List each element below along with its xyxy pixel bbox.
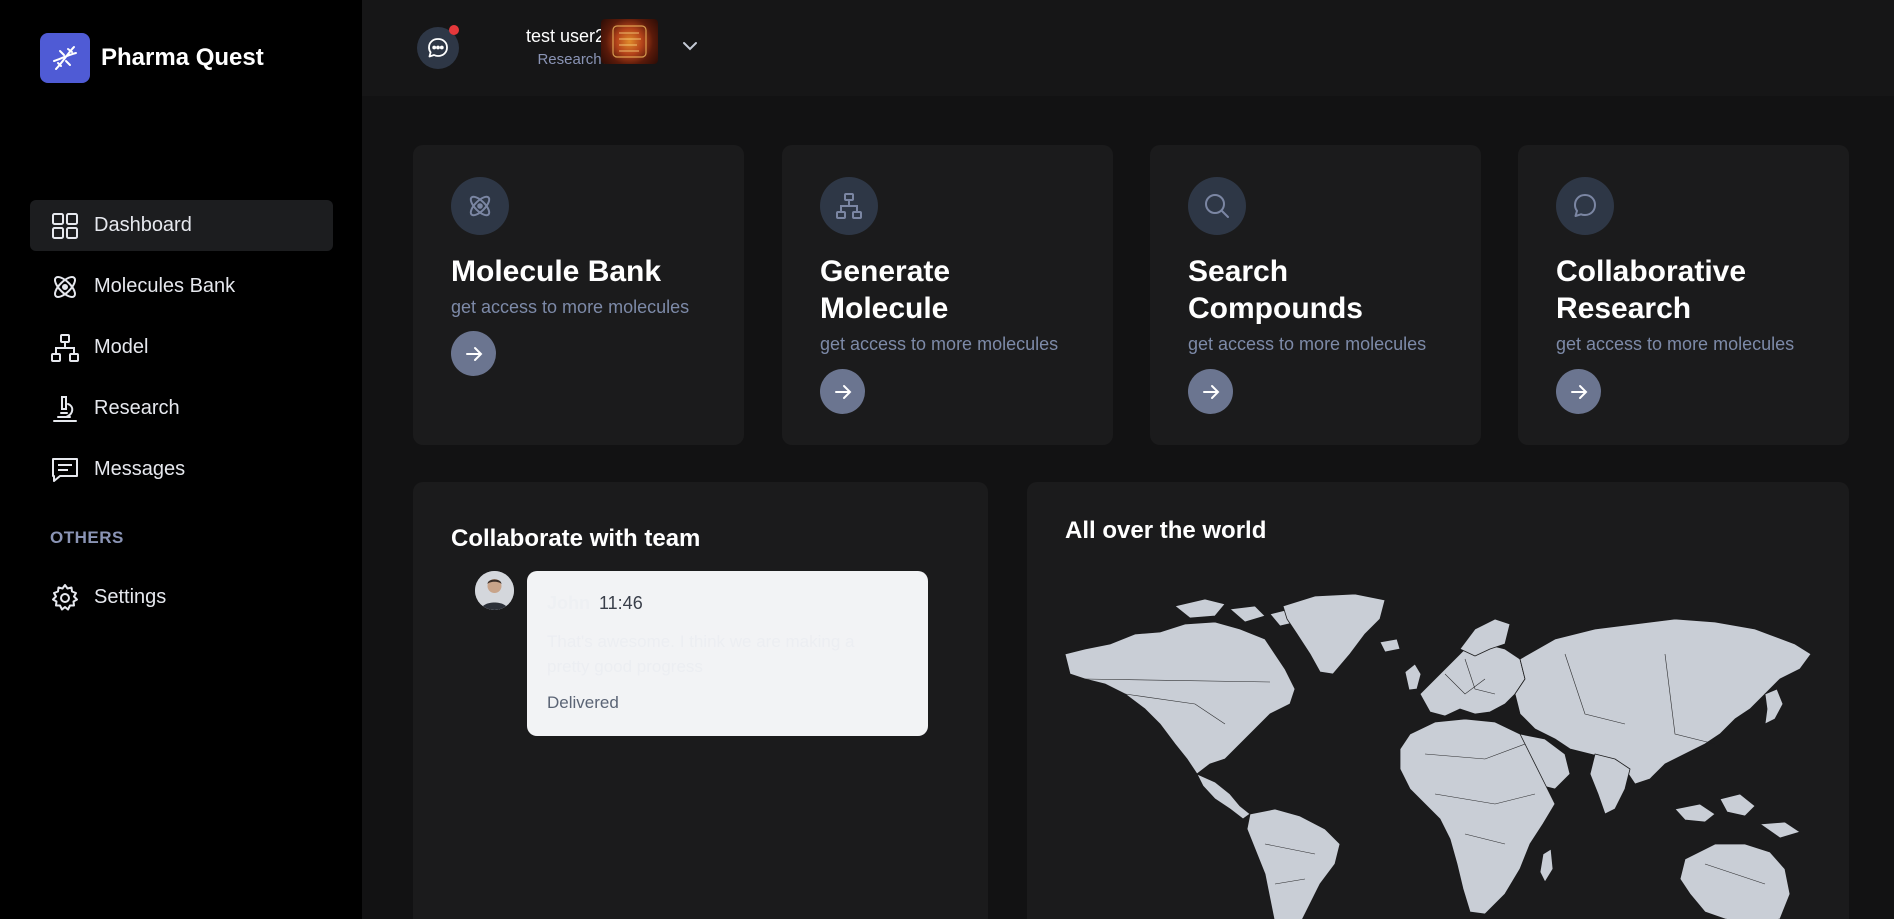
- sidebar-item-research[interactable]: Research: [30, 383, 333, 434]
- card-generate-molecule[interactable]: Generate Molecule get access to more mol…: [782, 145, 1113, 445]
- arrow-right-button[interactable]: [1188, 369, 1233, 414]
- sidebar-item-label: Research: [94, 397, 180, 419]
- card-subtitle: get access to more molecules: [451, 297, 690, 317]
- card-title: Generate Molecule: [820, 255, 951, 325]
- card-title: Collaborative Research: [1556, 255, 1747, 325]
- message-author: John: [547, 593, 590, 613]
- user-avatar[interactable]: [601, 19, 658, 64]
- sidebar-item-settings[interactable]: Settings: [30, 572, 333, 623]
- sidebar-item-dashboard[interactable]: Dashboard: [30, 200, 333, 251]
- chevron-down-icon[interactable]: [680, 36, 700, 61]
- panel-title: All over the world: [1065, 517, 1267, 544]
- atom-icon: [50, 272, 80, 302]
- sidebar-item-messages[interactable]: Messages: [30, 444, 333, 495]
- sidebar-item-molecules-bank[interactable]: Molecules Bank: [30, 261, 333, 312]
- world-panel: All over the world: [1027, 482, 1849, 919]
- card-subtitle: get access to more molecules: [820, 334, 1059, 354]
- sidebar-item-model[interactable]: Model: [30, 322, 333, 373]
- dna-logo-icon: [40, 33, 90, 83]
- card-molecule-bank[interactable]: Molecule Bank get access to more molecul…: [413, 145, 744, 445]
- world-map: [1065, 594, 1811, 919]
- brand[interactable]: Pharma Quest: [40, 33, 264, 83]
- sitemap-icon: [820, 177, 878, 235]
- arrow-right-icon: [1202, 384, 1219, 399]
- avatar: [475, 571, 514, 610]
- collaborate-panel: Collaborate with team John 11:46 That's …: [413, 482, 988, 919]
- user-name: test user23: [525, 26, 615, 46]
- grid-icon: [50, 211, 80, 241]
- microscope-icon: [50, 394, 80, 424]
- sidebar-item-label: Settings: [94, 586, 167, 608]
- card-search-compounds[interactable]: Search Compounds get access to more mole…: [1150, 145, 1481, 445]
- card-collaborative-research[interactable]: Collaborative Research get access to mor…: [1518, 145, 1849, 445]
- message-status: Delivered: [547, 693, 619, 712]
- message-square-icon: [50, 455, 80, 485]
- sidebar-item-label: Model: [94, 336, 149, 358]
- atom-icon: [451, 177, 509, 235]
- app-name: Pharma Quest: [101, 44, 264, 71]
- gear-icon: [50, 583, 80, 613]
- arrow-right-button[interactable]: [820, 369, 865, 414]
- sitemap-icon: [50, 333, 80, 363]
- arrow-right-icon: [465, 346, 482, 361]
- card-subtitle: get access to more molecules: [1556, 334, 1795, 354]
- user-role: Researcher: [537, 51, 615, 68]
- arrow-right-button[interactable]: [451, 331, 496, 376]
- card-title: Molecule Bank: [451, 255, 662, 288]
- arrow-right-icon: [834, 384, 851, 399]
- message-text: That's awesome. I think we are making a …: [547, 632, 855, 676]
- card-subtitle: get access to more molecules: [1188, 334, 1427, 354]
- arrow-right-button[interactable]: [1556, 369, 1601, 414]
- others-section-label: OTHERS: [50, 528, 124, 547]
- sidebar: Pharma Quest Dashboard Molecules Bank Mo…: [0, 0, 362, 919]
- arrow-right-icon: [1570, 384, 1587, 399]
- chat-bubble-icon: [428, 38, 448, 58]
- card-title: Search Compounds: [1188, 255, 1363, 325]
- panel-title: Collaborate with team: [451, 525, 701, 552]
- sidebar-nav: Dashboard Molecules Bank Model Research …: [30, 200, 333, 505]
- top-header: test user23 Researcher: [362, 0, 1894, 96]
- message-time: 11:46: [599, 593, 643, 613]
- chat-message: John 11:46 That's awesome. I think we ar…: [527, 571, 928, 736]
- sidebar-item-label: Messages: [94, 458, 186, 480]
- message-circle-icon: [1556, 177, 1614, 235]
- notification-dot: [449, 25, 459, 35]
- sidebar-item-label: Dashboard: [94, 214, 192, 236]
- search-icon: [1188, 177, 1246, 235]
- sidebar-item-label: Molecules Bank: [94, 275, 236, 297]
- chat-notifications-button[interactable]: [417, 25, 459, 69]
